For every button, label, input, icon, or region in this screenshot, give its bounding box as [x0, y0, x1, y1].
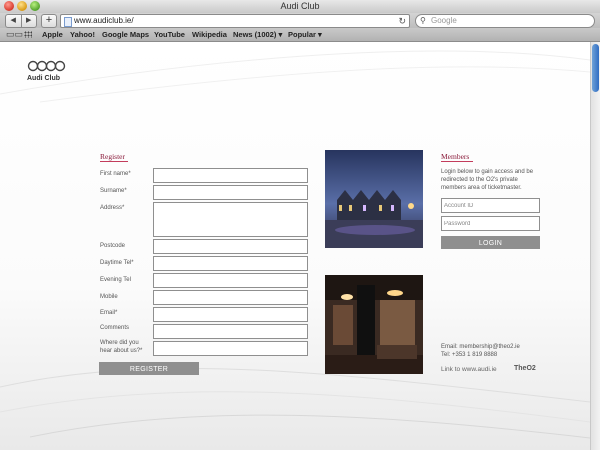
first-name-label: First name* — [100, 171, 131, 177]
register-button[interactable]: REGISTER — [99, 362, 199, 375]
postcode-label: Postcode — [100, 243, 126, 249]
lounge-interior-photo — [325, 275, 423, 374]
password-field[interactable] — [441, 216, 540, 231]
mobile-field[interactable] — [153, 290, 308, 305]
bookmark-apple[interactable]: Apple — [42, 28, 63, 41]
title-bar: Audi Club — [0, 0, 600, 13]
first-name-field[interactable] — [153, 168, 308, 183]
bookmark-google-maps[interactable]: Google Maps — [102, 28, 149, 41]
hear-about-label-line2: hear about us?* — [100, 348, 143, 354]
toolbar: ◀ ▶ + www.audiclub.ie/ ↻ ⚲ — [0, 13, 600, 28]
bookmark-news[interactable]: News (1002) ▾ — [233, 28, 282, 41]
bookmark-wikipedia[interactable]: Wikipedia — [192, 28, 227, 41]
hear-about-label-line1: Where did you — [100, 340, 139, 346]
window-title: Audi Club — [280, 1, 320, 11]
bookmark-popular[interactable]: Popular ▾ — [288, 28, 322, 41]
comments-field[interactable] — [153, 324, 308, 339]
venue-night-photo — [325, 150, 423, 248]
daytime-tel-field[interactable] — [153, 256, 308, 271]
page-icon — [64, 17, 72, 27]
daytime-tel-label: Daytime Tel* — [100, 260, 134, 266]
contact-tel: Tel: +353 1 819 8888 — [441, 352, 498, 358]
account-id-field[interactable] — [441, 198, 540, 213]
login-button[interactable]: LOGIN — [441, 236, 540, 249]
web-page: Audi Club Register First name* Surname* … — [0, 42, 590, 450]
reload-icon[interactable]: ↻ — [398, 15, 406, 27]
postcode-field[interactable] — [153, 239, 308, 254]
email-field[interactable] — [153, 307, 308, 322]
evening-tel-field[interactable] — [153, 273, 308, 288]
evening-tel-label: Evening Tel — [100, 277, 131, 283]
email-label: Email* — [100, 310, 118, 316]
add-bookmark-button[interactable]: + — [41, 14, 57, 28]
register-title: Register — [100, 152, 125, 161]
logo-text: Audi Club — [27, 75, 61, 82]
address-label: Address* — [100, 205, 125, 211]
address-field[interactable] — [153, 202, 308, 237]
comments-label: Comments — [100, 325, 130, 331]
the-o2-logo: TheO2 — [514, 365, 536, 372]
members-intro: Login below to gain access and be redire… — [441, 169, 534, 192]
hear-about-field[interactable] — [153, 341, 308, 356]
members-underline — [441, 161, 473, 162]
bookmarks-bar: ▭▭ Apple Yahoo! Google Maps YouTube Wiki… — [0, 28, 600, 42]
audi-rings-logo[interactable] — [27, 60, 67, 72]
forward-arrow-icon[interactable]: ▶ — [22, 15, 37, 27]
surname-field[interactable] — [153, 185, 308, 200]
search-box[interactable]: ⚲ — [415, 14, 595, 28]
scrollbar-thumb[interactable] — [592, 44, 599, 92]
bookmark-youtube[interactable]: YouTube — [154, 28, 185, 41]
mobile-label: Mobile — [100, 294, 118, 300]
register-underline — [100, 161, 128, 162]
top-sites-grid-icon[interactable] — [24, 31, 32, 38]
search-icon: ⚲ — [420, 16, 426, 25]
members-title: Members — [441, 152, 470, 161]
audi-ie-link[interactable]: Link to www.audi.ie — [441, 366, 497, 373]
search-input[interactable] — [431, 15, 581, 27]
surname-label: Surname* — [100, 188, 127, 194]
contact-email: Email: membership@theo2.ie — [441, 344, 520, 350]
back-arrow-icon[interactable]: ◀ — [6, 15, 22, 27]
vertical-scrollbar[interactable] — [590, 42, 600, 450]
bookmarks-book-icon[interactable]: ▭▭ — [6, 29, 23, 40]
address-bar[interactable]: www.audiclub.ie/ ↻ — [60, 14, 410, 28]
url-text[interactable]: www.audiclub.ie/ — [74, 15, 134, 27]
bookmark-yahoo[interactable]: Yahoo! — [70, 28, 95, 41]
nav-buttons: ◀ ▶ — [5, 14, 37, 28]
